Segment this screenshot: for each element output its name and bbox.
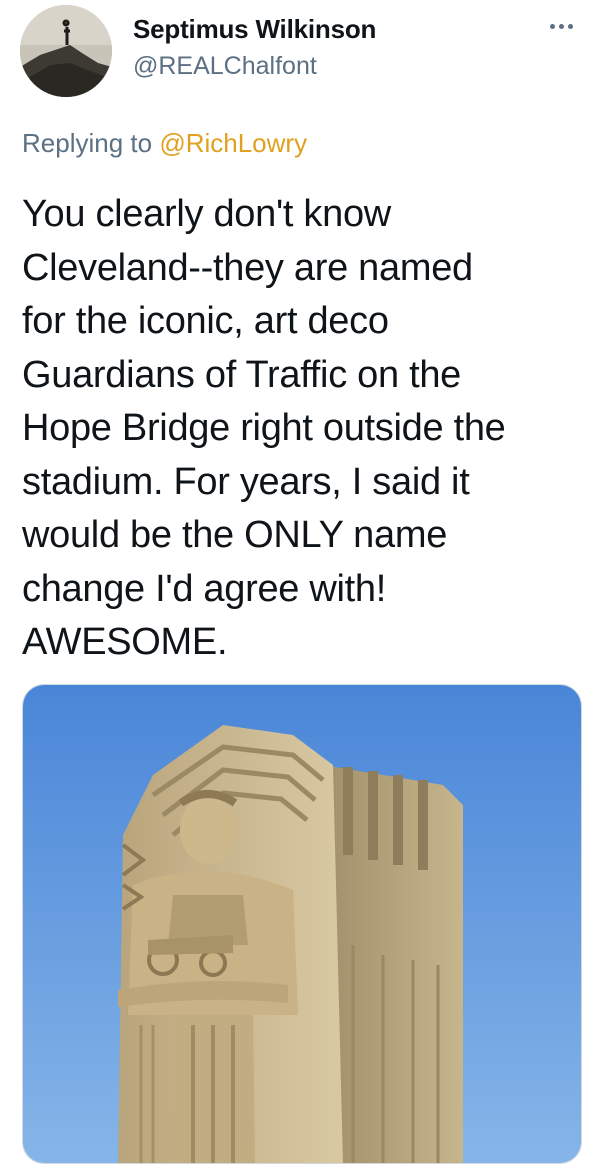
reply-context: Replying to @RichLowry (22, 128, 307, 159)
more-dot (568, 23, 573, 29)
author-avatar[interactable] (20, 5, 112, 97)
guardian-statue-image (23, 685, 581, 1163)
reply-mention-link[interactable]: @RichLowry (159, 128, 307, 158)
avatar-photo (20, 5, 112, 97)
more-options-icon[interactable] (550, 18, 580, 34)
tweet-photo[interactable] (22, 684, 582, 1164)
tweet-text: You clearly don't know Cleveland--they a… (22, 193, 506, 663)
more-dot (550, 23, 555, 29)
author-display-name[interactable]: Septimus Wilkinson (133, 14, 376, 45)
author-handle[interactable]: @REALChalfont (133, 52, 317, 81)
more-dot (559, 23, 564, 29)
reply-prefix: Replying to (22, 128, 153, 158)
